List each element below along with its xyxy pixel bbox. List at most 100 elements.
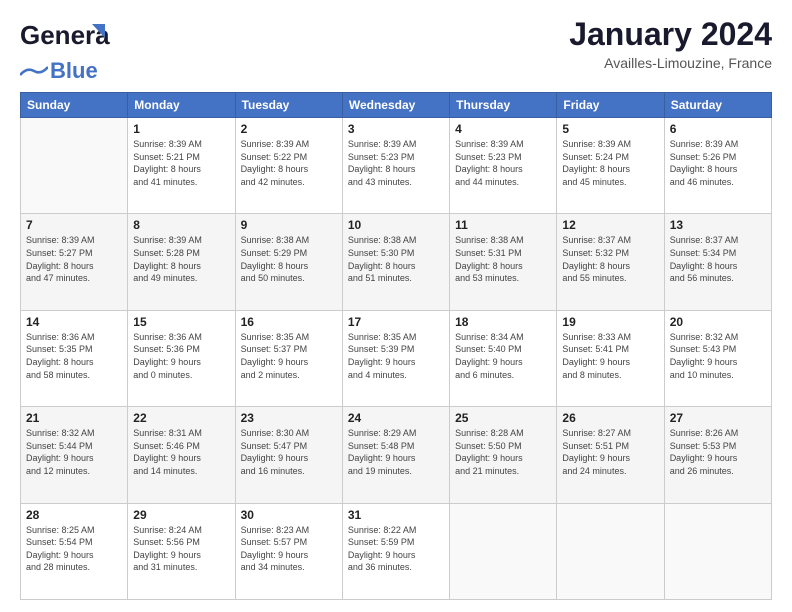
calendar-week-row: 7Sunrise: 8:39 AMSunset: 5:27 PMDaylight… (21, 214, 772, 310)
sunrise-text: Sunrise: 8:26 AM (670, 427, 766, 440)
daylight-minutes-text: and 26 minutes. (670, 465, 766, 478)
day-number: 21 (26, 411, 122, 425)
daylight-minutes-text: and 34 minutes. (241, 561, 337, 574)
daylight-minutes-text: and 31 minutes. (133, 561, 229, 574)
day-info: Sunrise: 8:39 AMSunset: 5:21 PMDaylight:… (133, 138, 229, 188)
daylight-minutes-text: and 8 minutes. (562, 369, 658, 382)
daylight-text: Daylight: 9 hours (241, 549, 337, 562)
sunrise-text: Sunrise: 8:32 AM (26, 427, 122, 440)
table-row: 4 Sunrise: 8:39 AMSunset: 5:23 PMDaylight… (450, 118, 557, 214)
sunset-text: Sunset: 5:23 PM (455, 151, 551, 164)
daylight-minutes-text: and 43 minutes. (348, 176, 444, 189)
daylight-text: Daylight: 8 hours (26, 260, 122, 273)
day-info: Sunrise: 8:39 AMSunset: 5:23 PMDaylight:… (455, 138, 551, 188)
table-row: 23Sunrise: 8:30 AMSunset: 5:47 PMDayligh… (235, 407, 342, 503)
page: General Blue January 2024 Availles-Limou… (0, 0, 792, 612)
daylight-text: Daylight: 8 hours (348, 260, 444, 273)
sunset-text: Sunset: 5:28 PM (133, 247, 229, 260)
daylight-text: Daylight: 9 hours (26, 452, 122, 465)
table-row: 8Sunrise: 8:39 AMSunset: 5:28 PMDaylight… (128, 214, 235, 310)
table-row: 7Sunrise: 8:39 AMSunset: 5:27 PMDaylight… (21, 214, 128, 310)
sunset-text: Sunset: 5:59 PM (348, 536, 444, 549)
sunrise-text: Sunrise: 8:39 AM (670, 138, 766, 151)
day-number: 16 (241, 315, 337, 329)
table-row (450, 503, 557, 599)
sunset-text: Sunset: 5:27 PM (26, 247, 122, 260)
day-info: Sunrise: 8:36 AMSunset: 5:35 PMDaylight:… (26, 331, 122, 381)
sunrise-text: Sunrise: 8:39 AM (133, 138, 229, 151)
day-info: Sunrise: 8:38 AMSunset: 5:29 PMDaylight:… (241, 234, 337, 284)
sunrise-text: Sunrise: 8:35 AM (241, 331, 337, 344)
day-number: 26 (562, 411, 658, 425)
table-row (21, 118, 128, 214)
sunset-text: Sunset: 5:24 PM (562, 151, 658, 164)
sunrise-text: Sunrise: 8:22 AM (348, 524, 444, 537)
col-monday: Monday (128, 93, 235, 118)
calendar-header-row: Sunday Monday Tuesday Wednesday Thursday… (21, 93, 772, 118)
sunset-text: Sunset: 5:51 PM (562, 440, 658, 453)
day-info: Sunrise: 8:32 AMSunset: 5:44 PMDaylight:… (26, 427, 122, 477)
table-row: 25Sunrise: 8:28 AMSunset: 5:50 PMDayligh… (450, 407, 557, 503)
day-number: 4 (455, 122, 551, 136)
day-number: 22 (133, 411, 229, 425)
daylight-text: Daylight: 9 hours (562, 356, 658, 369)
col-friday: Friday (557, 93, 664, 118)
daylight-text: Daylight: 8 hours (670, 260, 766, 273)
day-number: 15 (133, 315, 229, 329)
sunset-text: Sunset: 5:47 PM (241, 440, 337, 453)
day-info: Sunrise: 8:39 AMSunset: 5:26 PMDaylight:… (670, 138, 766, 188)
day-number: 31 (348, 508, 444, 522)
daylight-text: Daylight: 8 hours (133, 260, 229, 273)
daylight-text: Daylight: 8 hours (455, 163, 551, 176)
daylight-minutes-text: and 0 minutes. (133, 369, 229, 382)
table-row: 10Sunrise: 8:38 AMSunset: 5:30 PMDayligh… (342, 214, 449, 310)
day-number: 24 (348, 411, 444, 425)
sunset-text: Sunset: 5:34 PM (670, 247, 766, 260)
day-number: 10 (348, 218, 444, 232)
daylight-text: Daylight: 8 hours (455, 260, 551, 273)
sunset-text: Sunset: 5:43 PM (670, 343, 766, 356)
day-number: 1 (133, 122, 229, 136)
day-number: 3 (348, 122, 444, 136)
daylight-text: Daylight: 9 hours (133, 452, 229, 465)
sunrise-text: Sunrise: 8:23 AM (241, 524, 337, 537)
sunset-text: Sunset: 5:35 PM (26, 343, 122, 356)
table-row: 14Sunrise: 8:36 AMSunset: 5:35 PMDayligh… (21, 310, 128, 406)
daylight-minutes-text: and 53 minutes. (455, 272, 551, 285)
logo: General Blue (20, 16, 110, 82)
daylight-text: Daylight: 9 hours (348, 452, 444, 465)
sunset-text: Sunset: 5:53 PM (670, 440, 766, 453)
day-info: Sunrise: 8:25 AMSunset: 5:54 PMDaylight:… (26, 524, 122, 574)
calendar-week-row: 1 Sunrise: 8:39 AMSunset: 5:21 PMDaylight… (21, 118, 772, 214)
sunrise-text: Sunrise: 8:28 AM (455, 427, 551, 440)
sunset-text: Sunset: 5:56 PM (133, 536, 229, 549)
day-info: Sunrise: 8:27 AMSunset: 5:51 PMDaylight:… (562, 427, 658, 477)
day-info: Sunrise: 8:39 AMSunset: 5:27 PMDaylight:… (26, 234, 122, 284)
sunrise-text: Sunrise: 8:38 AM (241, 234, 337, 247)
day-info: Sunrise: 8:36 AMSunset: 5:36 PMDaylight:… (133, 331, 229, 381)
daylight-text: Daylight: 8 hours (562, 163, 658, 176)
table-row: 3Sunrise: 8:39 AMSunset: 5:23 PMDaylight… (342, 118, 449, 214)
sunset-text: Sunset: 5:44 PM (26, 440, 122, 453)
table-row: 11Sunrise: 8:38 AMSunset: 5:31 PMDayligh… (450, 214, 557, 310)
sunrise-text: Sunrise: 8:29 AM (348, 427, 444, 440)
sunrise-text: Sunrise: 8:38 AM (455, 234, 551, 247)
day-number: 27 (670, 411, 766, 425)
day-number: 2 (241, 122, 337, 136)
daylight-text: Daylight: 8 hours (26, 356, 122, 369)
table-row: 5Sunrise: 8:39 AMSunset: 5:24 PMDaylight… (557, 118, 664, 214)
day-info: Sunrise: 8:33 AMSunset: 5:41 PMDaylight:… (562, 331, 658, 381)
sunset-text: Sunset: 5:50 PM (455, 440, 551, 453)
daylight-text: Daylight: 8 hours (348, 163, 444, 176)
day-info: Sunrise: 8:23 AMSunset: 5:57 PMDaylight:… (241, 524, 337, 574)
daylight-text: Daylight: 8 hours (133, 163, 229, 176)
day-number: 12 (562, 218, 658, 232)
sunrise-text: Sunrise: 8:34 AM (455, 331, 551, 344)
calendar-week-row: 14Sunrise: 8:36 AMSunset: 5:35 PMDayligh… (21, 310, 772, 406)
day-number: 20 (670, 315, 766, 329)
header: General Blue January 2024 Availles-Limou… (20, 16, 772, 82)
table-row: 24Sunrise: 8:29 AMSunset: 5:48 PMDayligh… (342, 407, 449, 503)
table-row: 30Sunrise: 8:23 AMSunset: 5:57 PMDayligh… (235, 503, 342, 599)
day-info: Sunrise: 8:32 AMSunset: 5:43 PMDaylight:… (670, 331, 766, 381)
daylight-minutes-text: and 44 minutes. (455, 176, 551, 189)
